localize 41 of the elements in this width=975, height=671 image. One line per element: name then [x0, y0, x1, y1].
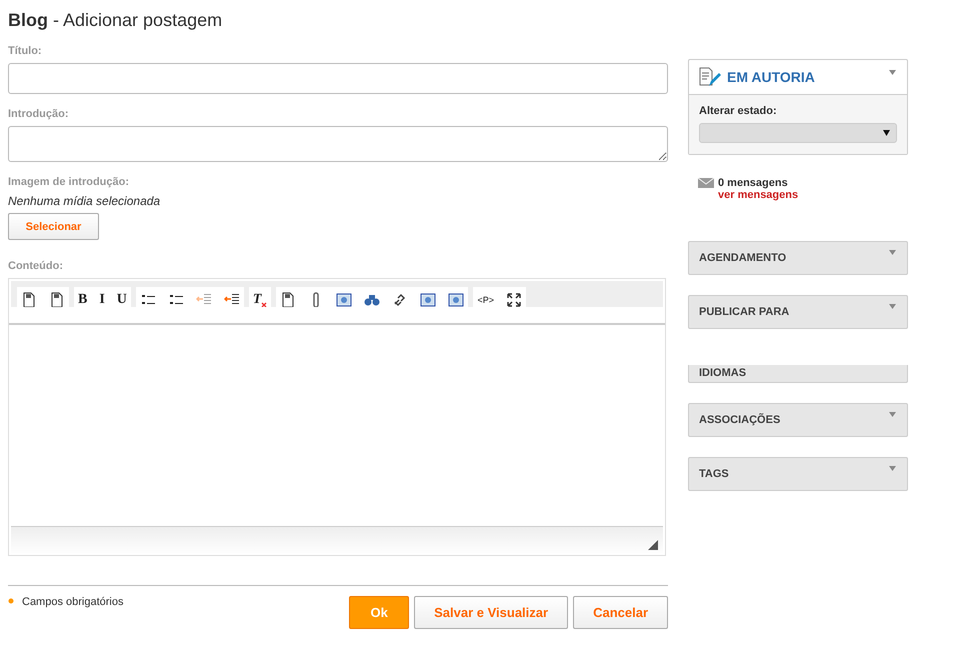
document-icon[interactable]	[21, 292, 37, 307]
field-label: Introdução:	[8, 108, 68, 120]
page-title: Blog - Adicionar postagem	[8, 9, 222, 31]
picture-frame-icon[interactable]	[420, 292, 436, 307]
panel-title[interactable]: IDIOMAS	[699, 366, 746, 380]
panel-title: EM AUTORIA	[727, 69, 815, 85]
bullet-list-icon[interactable]	[168, 292, 184, 307]
binoculars-icon[interactable]	[364, 292, 380, 307]
dropdown-arrow-icon	[883, 130, 890, 136]
messages-link[interactable]: ver mensagens	[718, 189, 798, 201]
caret-icon[interactable]	[889, 412, 896, 417]
caret-icon[interactable]	[889, 250, 896, 255]
caret-icon[interactable]	[889, 466, 896, 471]
field-label: Título:	[8, 45, 42, 57]
caret-icon[interactable]	[889, 304, 896, 309]
document-icon[interactable]	[49, 292, 65, 307]
numbered-list-icon[interactable]	[140, 292, 156, 307]
input-field[interactable]	[8, 63, 668, 94]
panel-title[interactable]: TAGS	[699, 468, 729, 480]
toolbar-button[interactable]: I	[99, 292, 105, 307]
resize-grip-icon[interactable]	[648, 540, 658, 550]
state-label: Alterar estado:	[699, 105, 778, 117]
page-icon[interactable]	[280, 292, 296, 307]
clear-icon	[261, 302, 268, 307]
toolbar-button[interactable]: B	[78, 292, 88, 307]
caret-icon[interactable]	[889, 70, 896, 75]
required-note: Campos obrigatórios	[22, 596, 124, 608]
field-label: Conteúdo:	[8, 260, 63, 272]
indent-icon[interactable]	[224, 292, 240, 307]
document-pencil-icon	[699, 67, 721, 87]
envelope-icon	[698, 178, 714, 188]
toolbar-button[interactable]: U	[116, 292, 127, 307]
image-icon[interactable]	[336, 292, 352, 307]
expand-icon[interactable]	[506, 292, 522, 307]
panel-title[interactable]: ASSOCIAÇÕES	[699, 414, 780, 426]
message-count: 0 mensagens	[718, 177, 788, 189]
panel-title[interactable]: AGENDAMENTO	[699, 252, 786, 264]
preview-icon[interactable]	[448, 292, 464, 307]
media-status: Nenhuma mídia selecionada	[8, 194, 160, 208]
field-label: Imagem de introdução:	[8, 176, 130, 188]
panel-title[interactable]: PUBLICAR PARA	[699, 306, 790, 318]
